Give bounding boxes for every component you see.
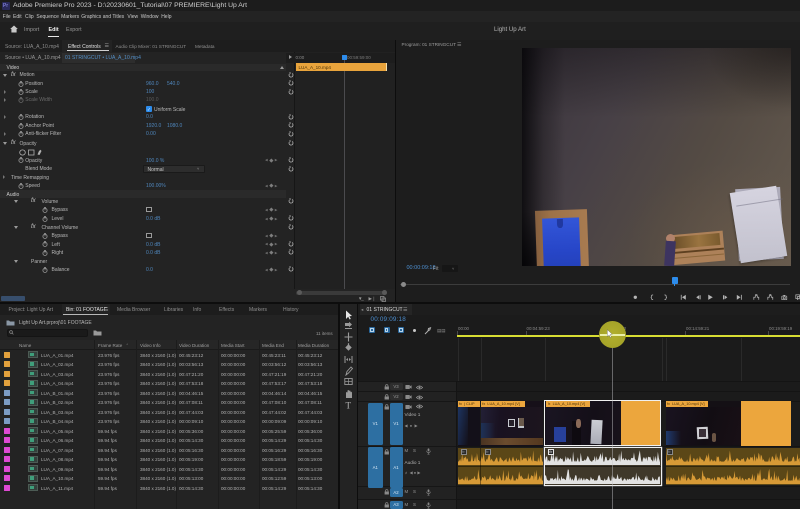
svg-text:T: T [346,400,352,410]
